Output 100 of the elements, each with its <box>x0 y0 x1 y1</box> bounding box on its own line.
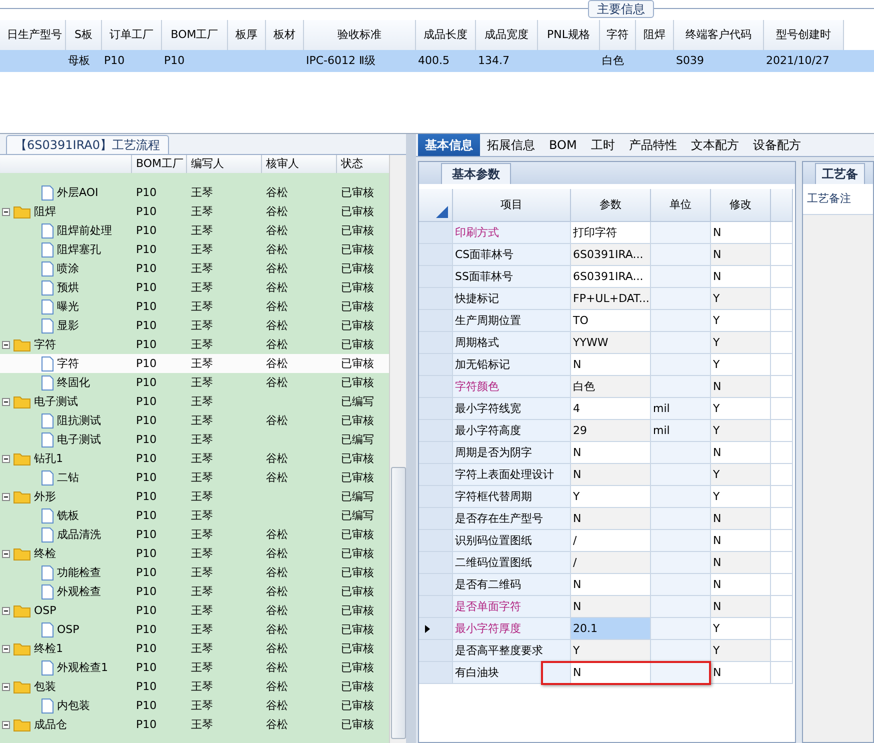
table-cell[interactable]: N <box>571 596 651 618</box>
tree-item[interactable]: 钻孔1 <box>34 449 63 468</box>
column-header[interactable]: PNL规格 <box>538 20 600 50</box>
table-cell[interactable]: N <box>571 574 651 596</box>
tree-item[interactable]: 阻焊 <box>34 202 56 221</box>
scrollbar[interactable] <box>389 155 406 743</box>
tree-item[interactable]: 电子测试 <box>57 430 101 449</box>
table-cell[interactable]: 20.1 <box>571 618 651 640</box>
tree-row[interactable]: 字符 P10 王琴 谷松 已审核 <box>0 354 389 373</box>
row-header[interactable] <box>419 618 453 640</box>
column-header[interactable] <box>419 189 453 222</box>
table-cell[interactable]: 6S0391IRA... <box>571 244 651 266</box>
column-header[interactable]: BOM工厂 <box>132 155 187 173</box>
tree-item[interactable]: 外观检查 <box>57 582 101 601</box>
tree-item[interactable]: 外层AOI <box>57 183 98 202</box>
tree-item[interactable]: 显影 <box>57 316 79 335</box>
tab[interactable]: BOM <box>542 134 584 156</box>
collapse-icon[interactable] <box>2 492 10 500</box>
collapse-icon[interactable] <box>2 208 10 216</box>
column-header[interactable]: 参数 <box>571 189 651 222</box>
table-cell[interactable]: 白色 <box>571 376 651 398</box>
tree-item[interactable]: 电子测试 <box>34 392 78 411</box>
collapse-icon[interactable] <box>2 606 10 614</box>
table-row[interactable]: 母板 P10 P10 IPC-6012 Ⅱ级 400.5 134.7 白色 S039 2021/10/27 <box>0 50 874 72</box>
tree-item[interactable]: 终固化 <box>57 373 90 392</box>
tree-row[interactable]: 成品仓 P10 王琴 谷松 已审核 <box>0 715 389 734</box>
tree-item[interactable]: 字符 <box>57 354 79 373</box>
tree-row[interactable]: 外观检查 P10 王琴 谷松 已审核 <box>0 582 389 601</box>
tree-row[interactable]: OSP P10 王琴 谷松 已审核 <box>0 601 389 620</box>
collapse-icon[interactable] <box>2 550 10 558</box>
tree-row[interactable]: OSP P10 王琴 谷松 已审核 <box>0 620 389 639</box>
tree-row[interactable]: 显影 P10 王琴 谷松 已审核 <box>0 316 389 335</box>
tree-item[interactable]: 喷涂 <box>57 259 79 278</box>
column-header[interactable]: 单位 <box>651 189 711 222</box>
tree-item[interactable]: 成品清洗 <box>57 525 101 544</box>
tree-row[interactable]: 电子测试 P10 王琴 已编写 <box>0 392 389 411</box>
tree-row[interactable]: 字符 P10 王琴 谷松 已审核 <box>0 335 389 354</box>
tree-item[interactable]: OSP <box>57 620 80 639</box>
tree-item[interactable]: 终检 <box>34 544 56 563</box>
panel-tab[interactable]: 基本参数 <box>441 163 511 184</box>
collapse-icon[interactable] <box>2 454 10 462</box>
table-cell[interactable]: 打印字符 <box>571 222 651 244</box>
tree-item[interactable]: 成品仓 <box>34 715 67 734</box>
table-cell[interactable]: TO <box>571 310 651 332</box>
tree-row[interactable]: 功能检查 P10 王琴 谷松 已审核 <box>0 563 389 582</box>
column-header[interactable]: 项目 <box>453 189 571 222</box>
tree-item[interactable]: 包装 <box>34 677 56 696</box>
collapse-icon[interactable] <box>2 398 10 406</box>
tree-item[interactable]: 阻焊塞孔 <box>57 240 101 259</box>
tab[interactable]: 拓展信息 <box>480 134 542 156</box>
table-cell[interactable]: 4 <box>571 398 651 420</box>
column-header[interactable]: 型号创建时 <box>764 20 844 50</box>
table-cell[interactable]: / <box>571 552 651 574</box>
tree-row[interactable]: 阻抗测试 P10 王琴 谷松 已审核 <box>0 411 389 430</box>
table-cell[interactable]: N <box>571 508 651 530</box>
collapse-icon[interactable] <box>2 720 10 728</box>
tree-row[interactable]: 外形 P10 王琴 已编写 <box>0 487 389 506</box>
collapse-icon[interactable] <box>2 682 10 690</box>
tree-row[interactable]: 曝光 P10 王琴 谷松 已审核 <box>0 297 389 316</box>
tree-item[interactable]: 阻抗测试 <box>57 411 101 430</box>
tree-item[interactable]: 二钻 <box>57 468 79 487</box>
tree-item[interactable]: 字符 <box>34 335 56 354</box>
tree-row[interactable]: 终检 P10 王琴 谷松 已审核 <box>0 544 389 563</box>
tree-row[interactable]: 铣板 P10 王琴 已编写 <box>0 506 389 525</box>
collapse-icon[interactable] <box>2 340 10 348</box>
column-header[interactable]: 修改 <box>711 189 771 222</box>
column-header[interactable]: 状态 <box>337 155 389 173</box>
tree-row[interactable]: 包装 P10 王琴 谷松 已审核 <box>0 677 389 696</box>
tab[interactable]: 产品特性 <box>622 134 684 156</box>
tree-item[interactable]: 外观检查1 <box>57 658 108 677</box>
table-cell[interactable]: N <box>571 464 651 486</box>
column-header[interactable]: 字符 <box>600 20 636 50</box>
tree-row[interactable]: 预烘 P10 王琴 谷松 已审核 <box>0 278 389 297</box>
column-header[interactable]: 验收标准 <box>304 20 416 50</box>
collapse-icon[interactable] <box>2 644 10 652</box>
tab[interactable]: 文本配方 <box>684 134 746 156</box>
tree-row[interactable]: 终检1 P10 王琴 谷松 已审核 <box>0 639 389 658</box>
tree-row[interactable]: 喷涂 P10 王琴 谷松 已审核 <box>0 259 389 278</box>
tree-row[interactable]: 阻焊 P10 王琴 谷松 已审核 <box>0 202 389 221</box>
tree-row[interactable]: 终固化 P10 王琴 谷松 已审核 <box>0 373 389 392</box>
tree-item[interactable]: 功能检查 <box>57 563 101 582</box>
tree-item[interactable]: 内包装 <box>57 696 90 715</box>
tree-item[interactable]: 曝光 <box>57 297 79 316</box>
tree-item[interactable]: 铣板 <box>57 506 79 525</box>
tree-row[interactable]: 内包装 P10 王琴 谷松 已审核 <box>0 696 389 715</box>
tab[interactable]: 设备配方 <box>746 134 808 156</box>
table-cell[interactable]: YYWW <box>571 332 651 354</box>
column-header[interactable]: S板 <box>66 20 102 50</box>
tree-item[interactable]: 外形 <box>34 487 56 506</box>
column-header[interactable]: 订单工厂 <box>102 20 162 50</box>
panel-tab[interactable]: 工艺备 <box>815 163 865 184</box>
column-header[interactable]: 核审人 <box>262 155 337 173</box>
table-cell[interactable]: 29 <box>571 420 651 442</box>
table-cell[interactable]: N <box>571 442 651 464</box>
column-header[interactable]: 终端客户代码 <box>674 20 764 50</box>
tree-item[interactable]: 终检1 <box>34 639 63 658</box>
tree-item[interactable]: 预烘 <box>57 278 79 297</box>
table-cell[interactable]: 6S0391IRA... <box>571 266 651 288</box>
column-header[interactable]: 编写人 <box>187 155 262 173</box>
table-cell[interactable]: / <box>571 530 651 552</box>
